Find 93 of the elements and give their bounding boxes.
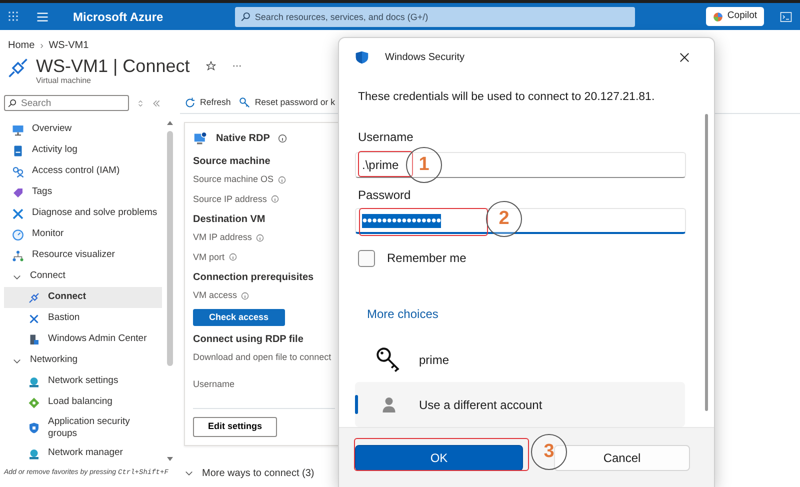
sidebar-item[interactable]: Resource visualizer: [4, 245, 162, 266]
field-label: Username: [357, 129, 414, 146]
sort-icon[interactable]: [137, 98, 144, 108]
sidebar-item[interactable]: Diagnose and solve problems: [4, 203, 162, 224]
toolbar-button[interactable]: Refresh: [184, 96, 231, 110]
search-field[interactable]: Search: [4, 95, 129, 111]
account-option[interactable]: Use a different account: [355, 382, 685, 428]
field-label: VM IP address: [193, 231, 252, 244]
checkbox-label: Remember me: [387, 250, 466, 268]
apps-icon[interactable]: [8, 10, 20, 22]
breadcrumb-link[interactable]: Home: [8, 38, 35, 53]
field-label: Username: [193, 378, 236, 391]
field-label: VM port: [193, 250, 225, 264]
sidebar-group[interactable]: Networking: [4, 350, 162, 371]
field-label: Password: [357, 187, 412, 204]
field-label: Source machine OS: [193, 173, 274, 186]
copilot-icon: [713, 12, 724, 22]
field-label: VM access: [193, 289, 238, 302]
info-icon[interactable]: [256, 234, 264, 242]
terminal-icon[interactable]: [780, 10, 792, 22]
section-heading: Source machine: [193, 155, 272, 170]
sidebar-item[interactable]: Activity log: [4, 140, 162, 161]
sidebar-item[interactable]: Bastion: [4, 308, 162, 329]
sidebar-item[interactable]: Monitor: [4, 224, 162, 245]
network-icon: [28, 376, 40, 388]
search-icon: [240, 12, 251, 22]
info-icon[interactable]: [278, 134, 287, 144]
sidebar-item[interactable]: Tags: [4, 182, 162, 203]
check-access-button[interactable]: Check access: [193, 308, 285, 326]
scrollbar-thumb[interactable]: [705, 114, 708, 411]
menu-icon[interactable]: [36, 10, 49, 22]
scroll-up-icon[interactable]: [166, 119, 174, 127]
scroll-down-icon[interactable]: [166, 455, 174, 463]
section-heading: Connect using RDP file: [193, 333, 304, 348]
computer-icon: [193, 132, 208, 146]
people-icon: [12, 166, 24, 178]
sidebar-item[interactable]: Network settings: [4, 371, 162, 392]
diamond-icon: [28, 396, 40, 408]
monitor-icon: [12, 124, 24, 136]
refresh-icon: [184, 96, 196, 109]
sidebar-item[interactable]: Load balancing: [4, 392, 162, 413]
collapse-icon[interactable]: [152, 98, 161, 108]
copilot-button[interactable]: Copilot: [706, 7, 764, 26]
page-title: WS-VM1 | Connect: [36, 57, 190, 75]
search-field[interactable]: Search resources, services, and docs (G+/): [234, 6, 635, 26]
step-number: 2: [486, 201, 522, 237]
sidebar-item[interactable]: Access control (IAM): [4, 161, 162, 182]
section-heading: Destination VM: [193, 213, 266, 228]
field-label: Download and open file to connect: [193, 351, 332, 364]
section-heading: Connection prerequisites: [193, 271, 315, 286]
network-icon: [28, 448, 40, 460]
plug-icon: [28, 292, 40, 304]
breadcrumb-link[interactable]: WS-VM1: [48, 38, 89, 53]
dialog-message: These credentials will be used to connect to 20.127.21.81.: [357, 90, 656, 105]
info-icon[interactable]: [241, 292, 250, 300]
tag-icon: [12, 186, 24, 198]
sidebar-item[interactable]: Application security groups: [4, 413, 162, 443]
scrollbar-thumb[interactable]: [167, 131, 173, 366]
dialog-title: Windows Security: [385, 51, 464, 65]
close-icon[interactable]: [679, 52, 690, 63]
shield-icon: [355, 50, 369, 65]
card-title: Native RDP: [216, 132, 270, 146]
product-name: Microsoft Azure: [73, 8, 164, 26]
page-subtitle: Virtual machine: [36, 75, 91, 87]
search-icon: [8, 99, 17, 108]
document-icon: [12, 144, 24, 156]
account-option[interactable]: prime: [355, 337, 685, 382]
more-choices-link[interactable]: More choices: [367, 305, 438, 324]
sidebar-item[interactable]: Overview: [4, 119, 162, 140]
info-icon[interactable]: [228, 253, 237, 262]
edit-settings-button[interactable]: Edit settings: [193, 417, 278, 437]
sidebar-group[interactable]: Connect: [4, 266, 162, 287]
nodes-icon: [12, 250, 24, 262]
star-icon[interactable]: [206, 61, 216, 71]
toolbar-button[interactable]: Reset password or k: [238, 96, 335, 110]
cancel-button[interactable]: Cancel: [554, 444, 690, 471]
chevron-icon: [38, 42, 45, 50]
info-icon[interactable]: [278, 176, 286, 184]
checkbox[interactable]: [358, 250, 375, 267]
step-number: 3: [531, 434, 567, 470]
sidebar-item[interactable]: Connect: [4, 287, 162, 308]
plug-icon: [8, 57, 28, 79]
key-icon: [238, 96, 251, 109]
highlight-frame: [358, 151, 413, 177]
sidebar-item[interactable]: Windows Admin Center: [4, 329, 162, 350]
server-icon: [28, 334, 40, 346]
sidebar-item[interactable]: Network manager: [4, 443, 162, 464]
gauge-icon: [12, 228, 24, 240]
shield-icon: [28, 422, 40, 434]
step-number: 1: [406, 147, 442, 183]
ok-button[interactable]: OK: [355, 444, 523, 471]
field-label: Source IP address: [193, 192, 267, 206]
info-icon[interactable]: [270, 195, 279, 204]
